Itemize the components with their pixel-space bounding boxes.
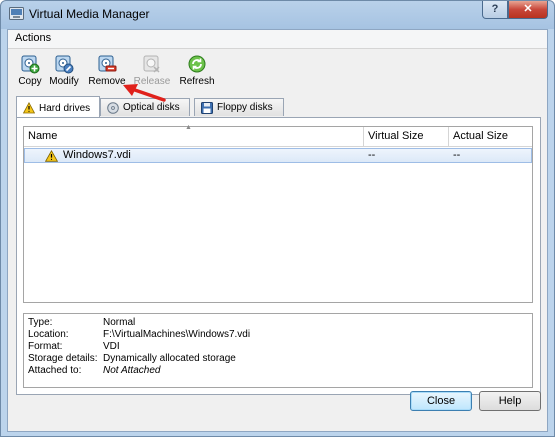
tab-label: Floppy disks [217,102,273,113]
detail-key: Storage details: [28,353,98,364]
window-title: Virtual Media Manager [29,7,150,21]
dialog-client-area: Actions Copy Modify Remove Release Refre… [7,29,548,432]
title-help-button[interactable]: ? [482,1,508,19]
tab-hard-drives[interactable]: Hard drives [16,96,100,117]
menu-bar: Actions [8,30,547,49]
copy-button[interactable]: Copy [12,54,48,94]
modify-button[interactable]: Modify [46,54,82,94]
modify-disk-icon [55,55,74,74]
detail-key: Format: [28,341,63,352]
help-button[interactable]: Help [479,391,541,411]
tab-label: Optical disks [123,102,180,113]
media-table: ▲ Name Virtual Size Actual Size Windows7… [23,124,533,303]
remove-label: Remove [88,76,126,87]
detail-value: Not Attached [103,365,161,376]
optical-disk-icon [107,102,119,114]
release-disk-icon [143,55,160,73]
refresh-label: Refresh [179,76,215,87]
refresh-icon [188,55,206,73]
refresh-button[interactable]: Refresh [177,54,217,94]
detail-value: VDI [103,341,120,352]
modify-label: Modify [49,76,79,87]
floppy-disk-icon [201,102,213,114]
tab-optical-disks[interactable]: Optical disks [100,98,190,116]
menu-actions[interactable]: Actions [15,32,51,44]
copy-label: Copy [18,76,42,87]
detail-key: Type: [28,317,53,328]
row-virtual-size: -- [368,149,376,161]
column-header-actual-size[interactable]: Actual Size [449,127,532,146]
remove-disk-icon [98,55,117,72]
tab-label: Hard drives [39,103,91,114]
detail-value: Dynamically allocated storage [103,353,236,364]
copy-disk-icon [21,55,40,74]
detail-key: Attached to: [28,365,82,376]
detail-value: Normal [103,317,136,328]
title-bar[interactable]: Virtual Media Manager ? ✕ [1,1,554,27]
details-pane: Type: Normal Location: F:\VirtualMachine… [23,313,533,388]
table-row[interactable]: Windows7.vdi -- -- [24,148,532,163]
detail-value: F:\VirtualMachines\Windows7.vdi [103,329,251,340]
release-label: Release [133,76,171,87]
title-close-button[interactable]: ✕ [508,1,548,19]
warning-icon [23,102,35,114]
hard-drives-panel: ▲ Name Virtual Size Actual Size Windows7… [16,117,541,395]
column-header-name[interactable]: Name [24,127,364,146]
virtual-media-manager-window: Virtual Media Manager ? ✕ Actions Copy M… [0,0,555,437]
close-button[interactable]: Close [410,391,472,411]
media-manager-icon [9,7,24,20]
release-button[interactable]: Release [132,54,172,94]
row-actual-size: -- [453,149,461,161]
tab-floppy-disks[interactable]: Floppy disks [194,98,284,116]
column-header-virtual-size[interactable]: Virtual Size [364,127,449,146]
detail-key: Location: [28,329,69,340]
remove-button[interactable]: Remove [87,54,127,94]
warning-icon [45,150,58,162]
row-name: Windows7.vdi [63,149,131,161]
table-header: ▲ Name Virtual Size Actual Size [24,124,532,147]
